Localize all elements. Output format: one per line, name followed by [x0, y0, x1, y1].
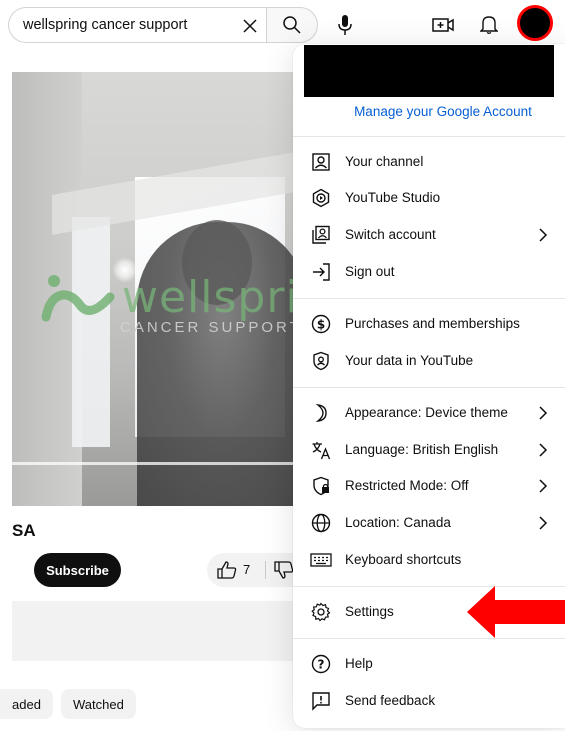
clear-search-button[interactable] [237, 14, 263, 38]
menu-item-label: Language: British English [345, 442, 499, 457]
menu-item-label: YouTube Studio [345, 190, 441, 205]
menu-item-label: Send feedback [345, 693, 436, 708]
annotation-arrow [467, 586, 565, 638]
translate-icon [310, 439, 332, 461]
video-player[interactable]: wellspring CANCER SUPPORT [12, 72, 302, 506]
video-logo-subtext: CANCER SUPPORT [120, 319, 302, 336]
chevron-right-icon [539, 516, 548, 530]
search-button[interactable] [266, 7, 318, 43]
like-count: 7 [243, 562, 251, 577]
chevron-right-icon [539, 228, 548, 242]
menu-item-label: Keyboard shortcuts [345, 552, 462, 567]
video-frame-window-left [72, 217, 110, 447]
chevron-right-icon [539, 406, 548, 420]
create-button[interactable] [428, 10, 458, 40]
avatar[interactable] [517, 5, 553, 41]
menu-item-label: Your channel [345, 154, 424, 169]
person-box-icon [310, 151, 332, 173]
globe-icon [310, 512, 332, 534]
menu-divider [293, 387, 565, 388]
menu-item-label: Restricted Mode: Off [345, 478, 469, 493]
menu-item-your-data[interactable]: Your data in YouTube [293, 343, 565, 379]
notifications-button[interactable] [474, 9, 504, 39]
menu-item-label: Location: Canada [345, 515, 451, 530]
feedback-icon [310, 690, 332, 712]
menu-item-location[interactable]: Location: Canada [293, 505, 565, 541]
menu-item-purchases[interactable]: $ Purchases and memberships [293, 306, 565, 342]
voice-search-button[interactable] [329, 8, 361, 42]
search-input[interactable]: wellspring cancer support [23, 17, 187, 33]
menu-item-restricted-mode[interactable]: Restricted Mode: Off [293, 468, 565, 504]
like-divider [265, 561, 266, 579]
shield-person-icon [310, 350, 332, 372]
description-box[interactable] [12, 601, 302, 661]
menu-item-label: Help [345, 656, 373, 671]
help-circle-icon: ? [310, 653, 332, 675]
like-dislike-group: 7 [207, 553, 302, 587]
menu-item-label: Purchases and memberships [345, 316, 520, 331]
moon-icon [310, 402, 332, 424]
thumbs-up-icon[interactable] [217, 561, 237, 579]
menu-item-appearance[interactable]: Appearance: Device theme [293, 395, 565, 431]
search-box[interactable]: wellspring cancer support [8, 7, 266, 43]
gear-icon [310, 601, 332, 623]
svg-text:?: ? [318, 658, 325, 672]
menu-item-send-feedback[interactable]: Send feedback [293, 683, 565, 719]
redacted-account-info [304, 45, 554, 97]
close-icon [243, 19, 257, 33]
studio-icon [310, 187, 332, 209]
video-title-fragment: SA [12, 521, 36, 540]
menu-item-youtube-studio[interactable]: YouTube Studio [293, 180, 565, 216]
chevron-right-icon [539, 443, 548, 457]
video-add-icon [432, 18, 454, 32]
menu-item-help[interactable]: ? Help [293, 646, 565, 682]
menu-item-label: Your data in YouTube [345, 353, 474, 368]
switch-account-icon [310, 224, 332, 246]
subscribe-button[interactable]: Subscribe [34, 553, 121, 587]
chip-downloaded[interactable]: aded [0, 689, 53, 719]
wellspring-logo-icon [41, 275, 115, 322]
menu-item-label: Sign out [345, 264, 395, 279]
svg-text:$: $ [317, 318, 325, 332]
menu-item-label: Settings [345, 604, 394, 619]
dollar-circle-icon: $ [310, 313, 332, 335]
microphone-icon [338, 15, 352, 35]
chip-watched[interactable]: Watched [61, 689, 136, 719]
chevron-right-icon [539, 479, 548, 493]
menu-item-language[interactable]: Language: British English [293, 432, 565, 468]
video-progress-bar[interactable] [12, 462, 302, 465]
menu-item-label: Switch account [345, 227, 436, 242]
menu-divider [293, 298, 565, 299]
menu-item-sign-out[interactable]: Sign out [293, 254, 565, 290]
restricted-shield-icon [310, 475, 332, 497]
menu-item-keyboard-shortcuts[interactable]: Keyboard shortcuts [293, 542, 565, 578]
video-logo-text: wellspring [122, 272, 302, 323]
menu-item-your-channel[interactable]: Your channel [293, 144, 565, 180]
manage-google-account-link[interactable]: Manage your Google Account [293, 104, 565, 119]
sign-out-icon [310, 261, 332, 283]
menu-divider [293, 136, 565, 137]
thumbs-down-icon[interactable] [274, 561, 294, 579]
search-icon [283, 16, 301, 34]
bell-icon [480, 16, 498, 34]
menu-divider [293, 638, 565, 639]
menu-item-switch-account[interactable]: Switch account [293, 217, 565, 253]
keyboard-icon [310, 549, 332, 571]
menu-item-label: Appearance: Device theme [345, 405, 508, 420]
